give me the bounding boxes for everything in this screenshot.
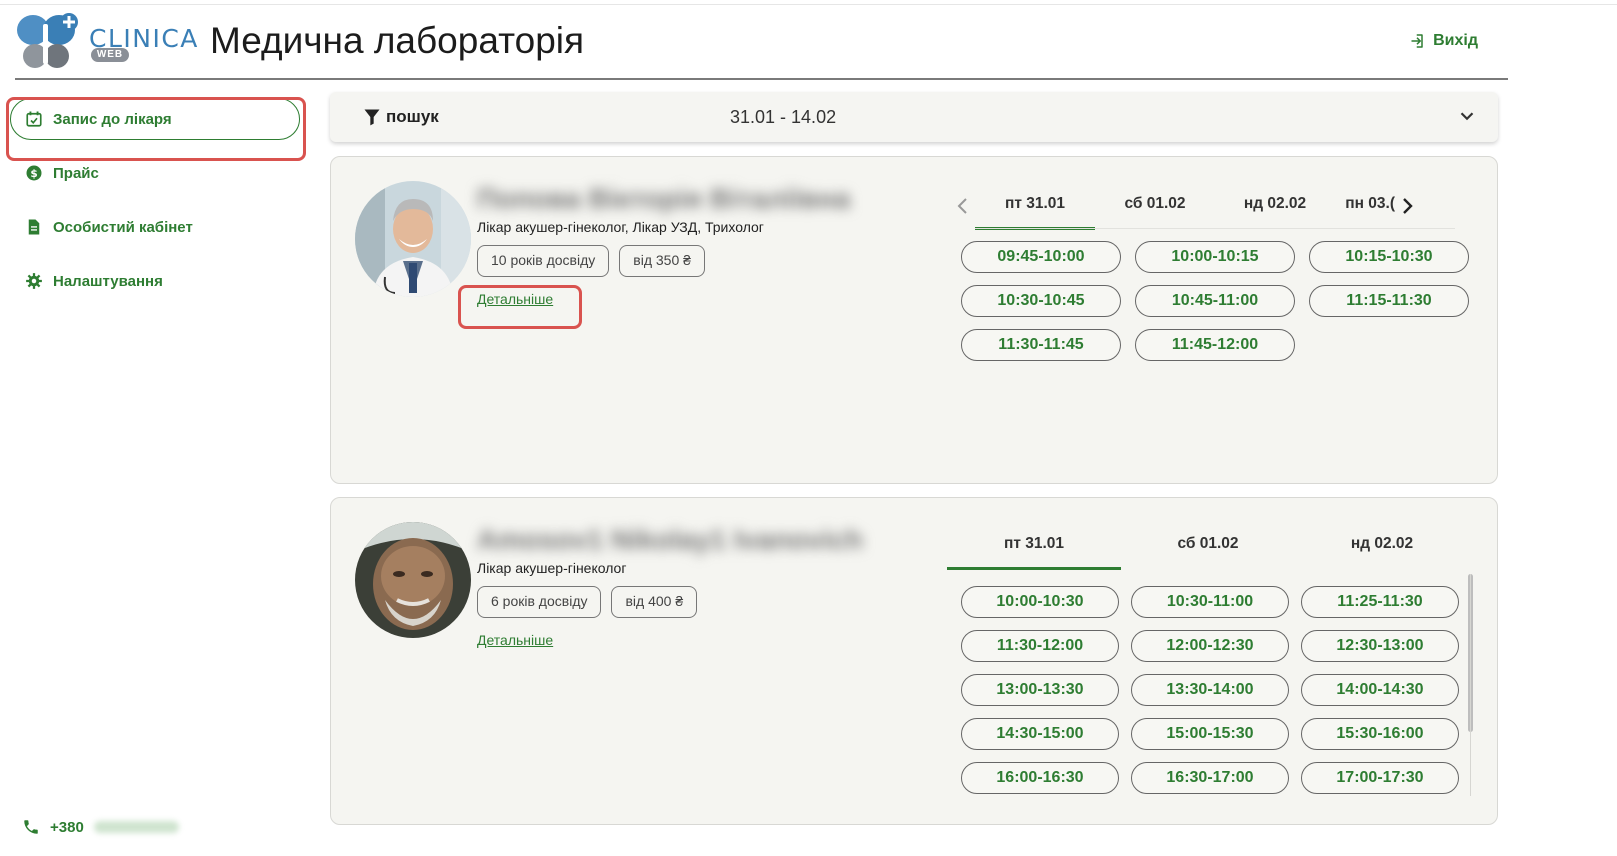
tab-date[interactable]: нд 02.02 xyxy=(1215,182,1335,230)
details-link[interactable]: Детальніше xyxy=(477,632,553,648)
time-slot[interactable]: 15:00-15:30 xyxy=(1131,718,1289,750)
calendar-check-icon xyxy=(26,111,42,127)
price-chip: від 400 ₴ xyxy=(611,586,698,618)
time-slot[interactable]: 10:15-10:30 xyxy=(1309,241,1469,273)
tab-date[interactable]: сб 01.02 xyxy=(1095,182,1215,230)
time-slot[interactable]: 13:00-13:30 xyxy=(961,674,1119,706)
expand-search-button[interactable] xyxy=(1456,105,1478,132)
doctor-specialty: Лікар акушер-гінеколог, Лікар УЗД, Трихо… xyxy=(477,219,764,235)
date-range: 31.01 - 14.02 xyxy=(730,106,837,127)
next-dates-button[interactable] xyxy=(1395,182,1419,230)
sidebar-item-account[interactable]: Особистий кабінет xyxy=(8,206,308,248)
sidebar-item-label: Запис до лікаря xyxy=(53,110,172,128)
chevron-left-icon xyxy=(957,198,967,214)
logout-label: Вихід xyxy=(1433,32,1478,49)
dollar-circle-icon: $ xyxy=(26,165,42,181)
filter-funnel-icon xyxy=(364,109,380,126)
top-border xyxy=(0,4,1617,5)
tab-date[interactable]: сб 01.02 xyxy=(1121,522,1295,570)
sidebar-item-label: Налаштування xyxy=(53,272,163,290)
time-slot[interactable]: 10:45-11:00 xyxy=(1135,285,1295,317)
time-slot[interactable]: 14:00-14:30 xyxy=(1301,674,1459,706)
scroll-track xyxy=(1470,574,1471,796)
header-divider xyxy=(15,78,1508,80)
doctor-specialty: Лікар акушер-гінеколог xyxy=(477,560,627,576)
time-slot[interactable]: 10:30-11:00 xyxy=(1131,586,1289,618)
sidebar-item-label: Прайс xyxy=(53,164,99,182)
doctor-info-chips: 6 років досвіду від 400 ₴ xyxy=(477,586,698,618)
doctor-name: Amosov1 Nikolay1 Ivanovich xyxy=(477,524,863,555)
sidebar-item-settings[interactable]: Налаштування xyxy=(8,260,308,302)
gear-icon xyxy=(26,273,42,289)
time-slot[interactable]: 14:30-15:00 xyxy=(961,718,1119,750)
phone-contact[interactable]: +380 xyxy=(22,818,179,836)
sidebar-item-appointment[interactable]: Запис до лікаря xyxy=(10,98,300,140)
app-header: CLINICA WEB Медична лабораторія Вихід xyxy=(15,8,1508,82)
time-slot[interactable]: 11:30-12:00 xyxy=(961,630,1119,662)
doctor-name: Попова Вікторія Віталіївна xyxy=(477,183,851,214)
doctor-card: Amosov1 Nikolay1 Ivanovich Лікар акушер-… xyxy=(330,497,1498,825)
experience-chip: 6 років досвіду xyxy=(477,586,602,618)
time-slot[interactable]: 13:30-14:00 xyxy=(1131,674,1289,706)
time-slot[interactable]: 12:00-12:30 xyxy=(1131,630,1289,662)
time-slot[interactable]: 09:45-10:00 xyxy=(961,241,1121,273)
sidebar-nav: Запис до лікаря $ Прайс Особистий кабіне… xyxy=(8,98,308,314)
phone-number-redacted xyxy=(93,821,179,833)
time-slot[interactable]: 16:00-16:30 xyxy=(961,762,1119,794)
search-label[interactable]: пошук xyxy=(362,107,439,127)
time-slot[interactable]: 10:00-10:15 xyxy=(1135,241,1295,273)
login-arrow-icon xyxy=(1411,34,1423,48)
phone-icon xyxy=(24,820,38,834)
date-tabs: пт 31.01 сб 01.02 нд 02.02 пн 03.( xyxy=(951,182,1419,230)
svg-text:$: $ xyxy=(30,168,37,180)
document-icon xyxy=(28,219,40,235)
butterfly-logo-icon xyxy=(17,13,78,68)
details-link[interactable]: Детальніше xyxy=(477,291,553,307)
price-chip: від 350 ₴ xyxy=(619,245,705,277)
page-title: Медична лабораторія xyxy=(210,20,585,61)
doctor-card: Попова Вікторія Віталіївна Лікар акушер-… xyxy=(330,156,1498,484)
phone-number: +380 xyxy=(50,818,84,836)
doctor-photo-icon xyxy=(355,522,471,638)
prev-dates-button[interactable] xyxy=(951,182,975,230)
time-slot[interactable]: 11:15-11:30 xyxy=(1309,285,1469,317)
sidebar-item-price[interactable]: $ Прайс xyxy=(8,152,308,194)
doctor-avatar[interactable] xyxy=(355,522,471,638)
time-slot[interactable]: 17:00-17:30 xyxy=(1301,762,1459,794)
tabs-divider xyxy=(975,228,1455,229)
doctor-info-chips: 10 років досвіду від 350 ₴ xyxy=(477,245,705,277)
tab-date[interactable]: пт 31.01 xyxy=(975,182,1095,230)
tab-date[interactable]: пт 31.01 xyxy=(947,522,1121,570)
search-label-text: пошук xyxy=(386,107,439,126)
time-slots: 09:45-10:00 10:00-10:15 10:15-10:30 10:3… xyxy=(961,241,1469,361)
logo-sub: WEB xyxy=(91,48,129,62)
tab-date[interactable]: пн 03.( xyxy=(1335,182,1395,230)
doctor-avatar[interactable] xyxy=(355,181,471,297)
doctor-photo-icon xyxy=(355,181,471,297)
logout-button[interactable]: Вихід xyxy=(1407,32,1478,50)
chevron-right-icon xyxy=(1403,198,1413,214)
time-slots: 10:00-10:30 10:30-11:00 11:25-11:30 11:3… xyxy=(961,586,1459,794)
experience-chip: 10 років досвіду xyxy=(477,245,610,277)
time-slot[interactable]: 15:30-16:00 xyxy=(1301,718,1459,750)
time-slot[interactable]: 11:25-11:30 xyxy=(1301,586,1459,618)
clinica-logo[interactable]: CLINICA WEB xyxy=(15,10,197,72)
time-slot[interactable]: 11:45-12:00 xyxy=(1135,329,1295,361)
date-tabs: пт 31.01 сб 01.02 нд 02.02 xyxy=(947,522,1469,570)
time-slot[interactable]: 10:00-10:30 xyxy=(961,586,1119,618)
sidebar-item-label: Особистий кабінет xyxy=(53,218,193,236)
time-slot[interactable]: 11:30-11:45 xyxy=(961,329,1121,361)
chevron-down-icon xyxy=(1460,112,1474,121)
tab-date[interactable]: нд 02.02 xyxy=(1295,522,1469,570)
search-filter-bar[interactable]: пошук 31.01 - 14.02 xyxy=(330,92,1498,142)
time-slot[interactable]: 12:30-13:00 xyxy=(1301,630,1459,662)
time-slot[interactable]: 16:30-17:00 xyxy=(1131,762,1289,794)
time-slot[interactable]: 10:30-10:45 xyxy=(961,285,1121,317)
